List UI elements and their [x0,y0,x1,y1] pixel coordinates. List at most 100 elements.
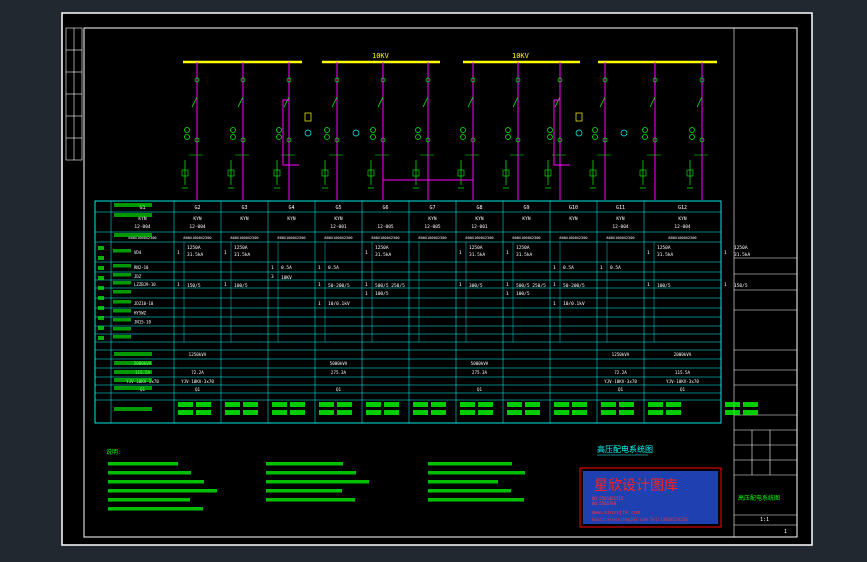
drawing-title: 高压配电系统图 [597,444,653,454]
panel-model: KYN [475,216,483,222]
panel-dimensions: 800X1600X2300 [277,236,305,240]
equipment-qty: 1 [724,250,727,256]
watermark-line-2: QQ:5566788 [592,501,617,506]
row-header-mark [98,326,104,330]
row-header-label-mark [114,370,152,374]
load-value: 115.5A [675,370,691,375]
equipment-qty: 1 [647,250,650,256]
note-line [428,480,498,484]
equipment-spec: 0.5A [328,265,339,271]
equipment-spec: 31.5kA [516,252,533,258]
panel-model: KYN [522,216,530,222]
load-value: Q1 [336,387,342,392]
row-header-mark [98,286,104,290]
equipment-qty: 1 [365,282,368,288]
equipment-qty: 1 [506,250,509,256]
note-line [428,489,511,493]
note-line [428,498,524,502]
equipment-spec: 0.5A [563,265,574,271]
panel-number: G3 [241,205,247,211]
row-header-label-mark [114,361,152,365]
equip-name-mark [113,273,131,277]
equipment-spec: 1250A [375,245,389,251]
equipment-spec: 1250A [469,245,483,251]
note-line [266,480,369,484]
panel-number: G11 [616,205,625,211]
row-header-label-mark [114,203,152,207]
equipment-qty: 1 [459,250,462,256]
panel-dimensions: 800X1600X2300 [371,236,399,240]
cad-drawing: 高压配电系统图 1:1 1 10KV 10KV G1 G2 G3 G4 G5 G6 G7 G8… [61,12,813,546]
load-value: 1250kVA [612,352,630,357]
note-line [108,471,191,475]
panel-code: 12-004 [189,224,206,230]
equipment-type: RN2-10 [134,265,149,270]
equipment-spec: 1250A [234,245,248,251]
equip-name-mark [113,300,131,304]
panel-dimensions: 800X1600X2300 [230,236,258,240]
equipment-qty: 1 [318,265,321,271]
load-value: YJV-10KV-3x70 [666,379,699,384]
panel-model: KYN [240,216,248,222]
equipment-type: LZZBJ9-10 [134,282,156,287]
equipment-spec: 100/5 [375,291,389,297]
load-value: 5000kVA [330,361,348,366]
equipment-qty: 1 [553,265,556,271]
row-header-mark [98,296,104,300]
row-header-label-mark [114,213,152,217]
equipment-spec: 100/5 [657,283,671,289]
equipment-spec: 300/5 [469,283,483,289]
equipment-qty: 1 [271,265,274,271]
panel-number: G7 [429,205,435,211]
equipment-qty: 1 [647,282,650,288]
panel-code: 12-004 [674,224,691,230]
equipment-qty: 1 [224,250,227,256]
bus-label-2: 10KV [512,52,530,60]
equipment-qty: 1 [553,301,556,307]
equipment-qty: 1 [318,301,321,307]
equipment-spec: 1250A [516,245,530,251]
row-header-mark [98,266,104,270]
equipment-spec: 31.5kA [734,252,751,258]
equipment-type: JDZ [134,274,142,279]
panel-code: 12-005 [377,224,394,230]
equipment-qty: 1 [365,291,368,297]
equipment-spec: 100/5 [234,283,248,289]
equipment-spec: 10/0.1kV [563,301,585,307]
load-value: 72.2A [191,370,204,375]
equipment-qty: 1 [224,282,227,288]
equipment-spec: 10/0.1kV [328,301,350,307]
panel-dimensions: 800X1600X2300 [512,236,540,240]
panel-model: KYN [287,216,295,222]
equipment-spec: 100/5 [516,291,530,297]
panel-dimensions: 800X1600X2300 [465,236,493,240]
panel-dimensions: 800X1600X2300 [418,236,446,240]
note-line [266,498,355,502]
equipment-spec: 1250A [657,245,671,251]
equipment-qty: 1 [459,282,462,288]
panel-code: 12-004 [134,224,151,230]
bus-label-1: 10KV [372,52,390,60]
row-header-label-mark [114,407,152,411]
load-value: 72.2A [614,370,627,375]
panel-number: G9 [523,205,529,211]
equip-name-mark [113,290,131,294]
panel-code: 12-001 [471,224,488,230]
note-line [428,471,525,475]
load-value: Q1 [195,387,201,392]
note-line [108,489,217,493]
equipment-spec: 150/5 [734,283,748,289]
equip-name-mark [113,318,131,322]
panel-dimensions: 800X1600X2300 [606,236,634,240]
row-header-mark [98,306,104,310]
equipment-spec: 31.5kA [187,252,204,258]
panel-number: G2 [194,205,200,211]
load-value: 1250kVA [189,352,207,357]
watermark: 星欣设计图库 QQ:2565461515 QQ:5566788 www.xinx… [579,467,722,528]
note-line [428,462,512,466]
equipment-qty: 1 [365,250,368,256]
equipment-qty: 1 [506,291,509,297]
note-line [108,462,178,466]
equip-name-mark [113,249,131,253]
panel-dimensions: 800X1600X2300 [324,236,352,240]
